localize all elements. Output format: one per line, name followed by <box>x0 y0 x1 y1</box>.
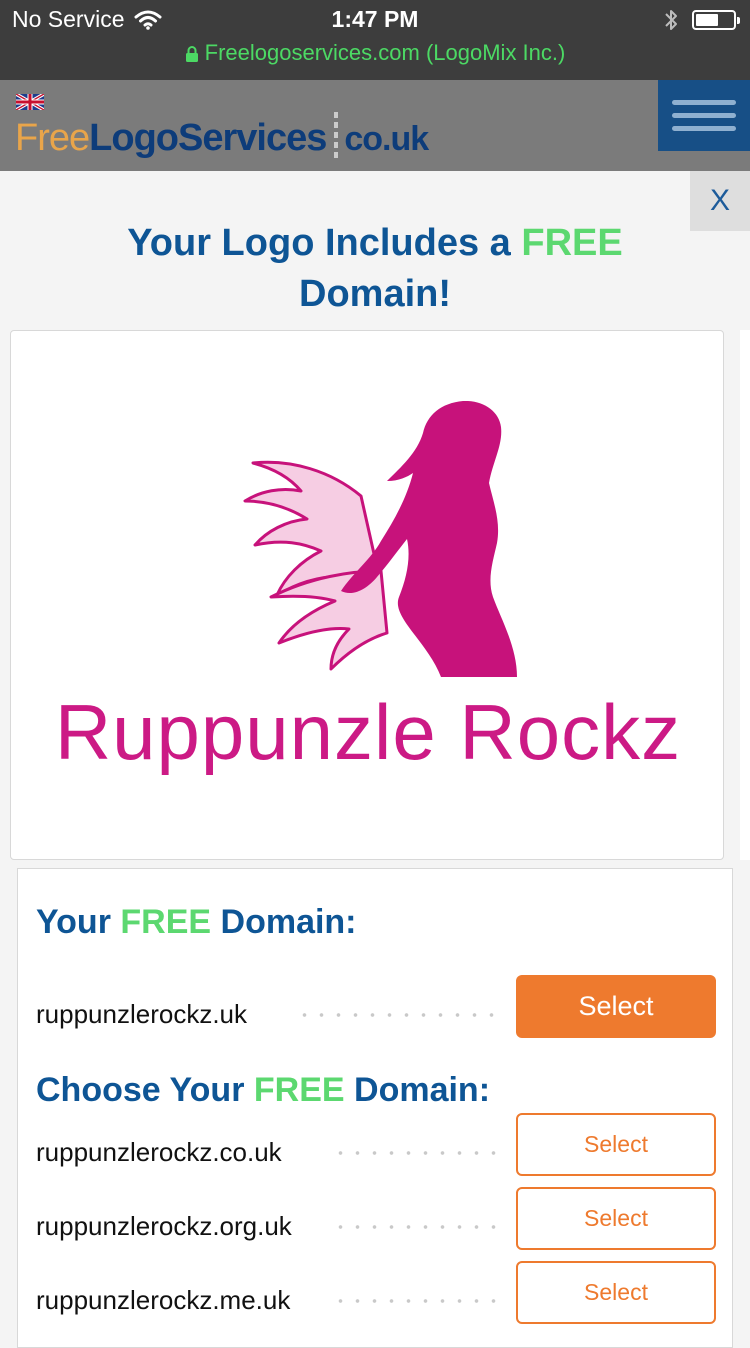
brand-logoservices: LogoServices <box>89 117 327 159</box>
domain-option-row: ruppunzlerockz.org.uk Select <box>18 1187 734 1251</box>
uk-flag-icon <box>16 94 44 110</box>
brand-free: Free <box>15 117 90 159</box>
domain-panel: Your FREE Domain: ruppunzlerockz.uk Sele… <box>17 868 733 1348</box>
hamburger-bar <box>672 113 736 118</box>
scroll-strip <box>740 330 750 860</box>
domain-name: ruppunzlerockz.org.uk <box>36 1211 292 1241</box>
leader-dots <box>296 1013 502 1017</box>
domain-name: ruppunzlerockz.uk <box>36 999 247 1029</box>
url-bar[interactable]: Freelogoservices.com (LogoMix Inc.) <box>0 40 750 66</box>
headline-text-line2: Domain! <box>299 273 451 315</box>
angel-woman-logo-icon <box>243 401 517 677</box>
select-domain-button[interactable]: Select <box>516 1113 716 1176</box>
title-text: Domain: <box>211 903 357 941</box>
leader-dots <box>332 1151 502 1155</box>
headline-text: Your Logo Includes a <box>127 222 522 264</box>
status-right <box>664 8 740 32</box>
title-text: Your <box>36 903 121 941</box>
select-domain-button[interactable]: Select <box>516 1261 716 1324</box>
lock-icon <box>185 45 198 62</box>
logo-brand-name: Ruppunzle Rockz <box>54 688 682 776</box>
battery-fill <box>696 14 718 26</box>
domain-name: ruppunzlerockz.co.uk <box>36 1137 282 1167</box>
select-free-domain-button[interactable]: Select <box>516 975 716 1038</box>
site-header: FreeLogoServices co.uk <box>0 80 750 171</box>
bluetooth-icon <box>665 10 677 30</box>
site-logo[interactable]: FreeLogoServices co.uk <box>15 112 429 160</box>
page-title: Your Logo Includes a FREE Domain! <box>40 218 710 320</box>
domain-name: ruppunzlerockz.me.uk <box>36 1285 291 1315</box>
logo-preview-card: Ruppunzle Rockz <box>10 330 724 860</box>
domain-option-row: ruppunzlerockz.co.uk Select <box>18 1113 734 1177</box>
clock: 1:47 PM <box>331 6 419 32</box>
title-highlight: FREE <box>253 1071 345 1109</box>
headline-highlight: FREE <box>521 222 623 264</box>
brand-tld: co.uk <box>344 120 429 158</box>
title-text: Domain: <box>344 1071 491 1109</box>
choose-domain-title: Choose Your FREE Domain: <box>36 1071 490 1110</box>
url-text: Freelogoservices.com (LogoMix Inc.) <box>204 40 566 65</box>
hamburger-menu-button[interactable] <box>658 80 750 151</box>
free-domain-title: Your FREE Domain: <box>36 903 357 942</box>
leader-dots <box>332 1225 502 1229</box>
hamburger-bar <box>672 126 736 131</box>
battery-icon <box>692 10 740 30</box>
domain-option-row: ruppunzlerockz.me.uk Select <box>18 1261 734 1325</box>
leader-dots <box>332 1299 502 1303</box>
select-domain-button[interactable]: Select <box>516 1187 716 1250</box>
free-domain-row: ruppunzlerockz.uk Select <box>18 975 734 1039</box>
brand-separator <box>334 112 339 160</box>
title-text: Choose Your <box>36 1071 254 1109</box>
title-highlight: FREE <box>120 903 212 941</box>
status-bar: No Service 1:47 PM Freelogoservices.com … <box>0 0 750 80</box>
hamburger-bar <box>672 100 736 105</box>
